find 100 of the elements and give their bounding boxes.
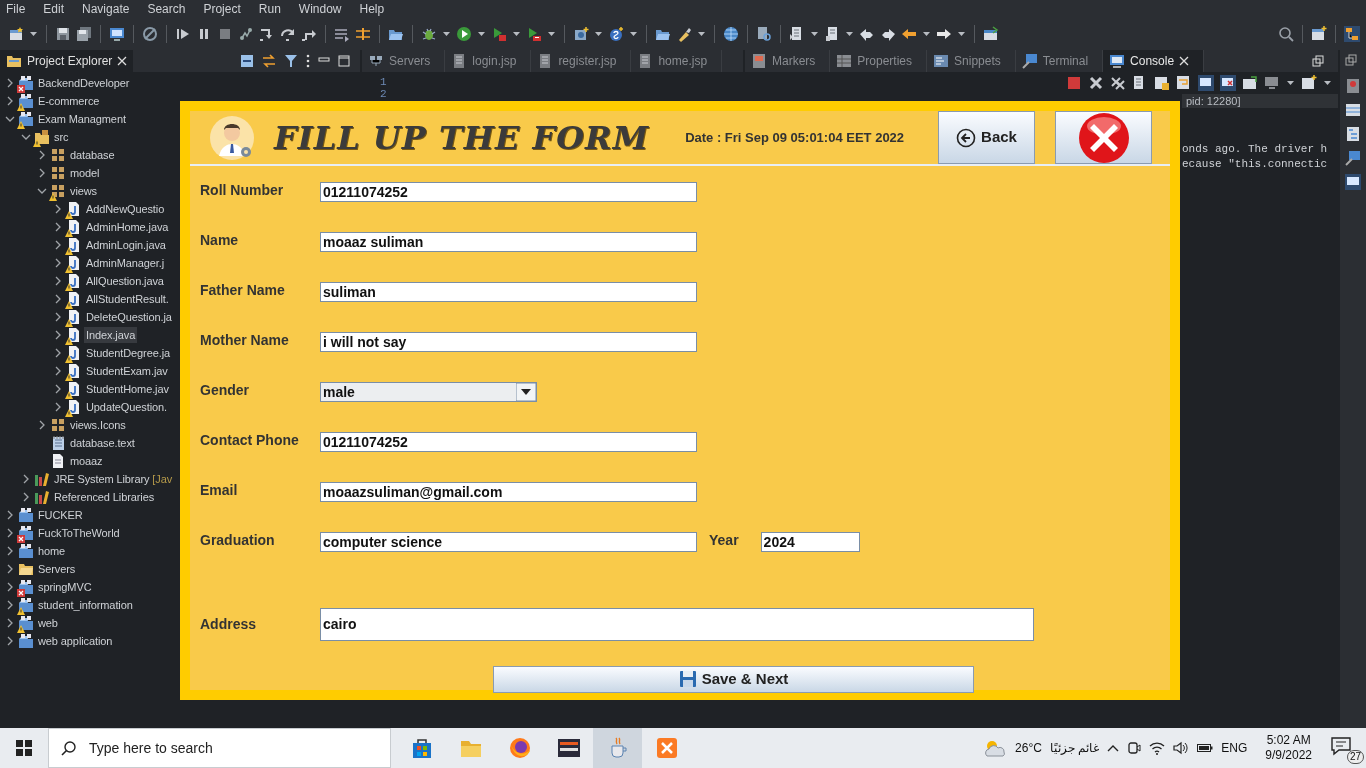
menu-item[interactable]: Run <box>258 1 290 17</box>
chevron-right-icon[interactable] <box>37 420 47 430</box>
search-field[interactable]: Type here to search <box>87 736 377 760</box>
show-error-icon[interactable] <box>1220 75 1236 91</box>
chevron-right-icon[interactable] <box>5 636 15 646</box>
tree-item[interactable]: AllQuestion.java <box>84 272 166 290</box>
filter-icon[interactable] <box>284 54 298 68</box>
back-icon[interactable] <box>901 26 917 42</box>
tree-item[interactable]: home <box>36 542 68 560</box>
tree-item[interactable]: Exam Managment <box>36 110 128 128</box>
run-server-icon[interactable] <box>526 26 542 42</box>
caret-icon[interactable] <box>442 30 451 38</box>
caret-icon[interactable] <box>512 30 521 38</box>
caret-icon[interactable] <box>1323 79 1332 87</box>
text-field[interactable]: suliman <box>320 282 697 302</box>
forward-edit-icon[interactable] <box>880 26 896 42</box>
run-config-icon[interactable] <box>491 26 507 42</box>
tree-item[interactable]: web <box>36 614 60 632</box>
text-field[interactable]: cairo <box>320 607 1034 641</box>
new-window-icon[interactable] <box>8 26 24 42</box>
tree-item[interactable]: student_information <box>36 596 135 614</box>
text-field[interactable]: computer science <box>320 532 697 552</box>
menu-item[interactable]: Project <box>203 1 250 17</box>
chevron-right-icon[interactable] <box>53 276 63 286</box>
chevron-right-icon[interactable] <box>53 312 63 322</box>
tab[interactable]: register.jsp <box>531 50 632 72</box>
tree-item[interactable]: AdminHome.java <box>84 218 171 236</box>
chevron-right-icon[interactable] <box>21 474 31 484</box>
tree-item[interactable]: AdminManager.j <box>84 254 167 272</box>
caret-icon[interactable] <box>810 30 819 38</box>
search-icon[interactable] <box>1278 26 1294 42</box>
resume-icon[interactable] <box>175 26 191 42</box>
chevron-right-icon[interactable] <box>5 564 15 574</box>
tree-item[interactable]: database.text <box>68 434 137 452</box>
caret-icon[interactable] <box>1286 79 1295 87</box>
chevron-right-icon[interactable] <box>53 222 63 232</box>
skip-icon[interactable] <box>142 26 158 42</box>
chevron-right-icon[interactable] <box>53 366 63 376</box>
tree-item[interactable]: Index.java <box>84 326 138 344</box>
chevron-right-icon[interactable] <box>53 330 63 340</box>
explorer-tab[interactable]: Project Explorer <box>0 50 134 72</box>
chevron-right-icon[interactable] <box>5 582 15 592</box>
restore-icon[interactable] <box>1312 55 1324 67</box>
close-button[interactable] <box>1055 111 1152 164</box>
chevron-down-icon[interactable] <box>21 132 31 142</box>
chevron-right-icon[interactable] <box>53 204 63 214</box>
battery-icon[interactable] <box>1197 743 1214 753</box>
tree-item[interactable]: springMVC <box>36 578 94 596</box>
chevron-right-icon[interactable] <box>53 402 63 412</box>
tab[interactable]: Console <box>1103 50 1205 72</box>
chevron-up-icon[interactable] <box>1107 743 1120 753</box>
console-icon[interactable] <box>1345 174 1361 190</box>
terminate-icon[interactable] <box>1066 75 1082 91</box>
chevron-down-icon[interactable] <box>5 114 15 124</box>
properties-icon[interactable] <box>1345 102 1361 118</box>
forward-icon[interactable] <box>936 26 952 42</box>
menu-item[interactable]: File <box>6 1 35 17</box>
tree-item[interactable]: AdminLogin.java <box>84 236 168 254</box>
chevron-right-icon[interactable] <box>37 168 47 178</box>
step-into-icon[interactable] <box>259 26 275 42</box>
new-class-icon[interactable] <box>608 26 624 42</box>
pin-console-icon[interactable] <box>1242 75 1258 91</box>
new-server-icon[interactable] <box>573 26 589 42</box>
caret-icon[interactable] <box>516 383 536 401</box>
new-terminal-icon[interactable] <box>983 26 999 42</box>
text-field[interactable]: 01211074252 <box>320 432 697 452</box>
chevron-right-icon[interactable] <box>53 348 63 358</box>
chevron-right-icon[interactable] <box>5 546 15 556</box>
maximize-icon[interactable] <box>338 55 350 67</box>
tree-item[interactable]: views <box>68 182 99 200</box>
remove-icon[interactable] <box>1088 75 1104 91</box>
chevron-right-icon[interactable] <box>5 510 15 520</box>
tree-item[interactable]: AllStudentResult. <box>84 290 171 308</box>
display-console-icon[interactable] <box>1264 75 1280 91</box>
more-icon[interactable] <box>306 54 310 68</box>
caret-icon[interactable] <box>957 30 966 38</box>
language-indicator[interactable]: ENG <box>1221 739 1248 757</box>
disconnect-icon[interactable] <box>238 26 254 42</box>
tree-item[interactable]: AddNewQuestio <box>84 200 167 218</box>
chevron-right-icon[interactable] <box>5 78 15 88</box>
caret-icon[interactable] <box>29 30 38 38</box>
dropdown-field[interactable]: male <box>320 382 537 402</box>
new-console-icon[interactable] <box>1301 75 1317 91</box>
menu-item[interactable]: Edit <box>43 1 74 17</box>
text-field[interactable]: moaazsuliman@gmail.com <box>320 482 697 502</box>
tree-item[interactable]: web application <box>36 632 115 650</box>
caret-icon[interactable] <box>629 30 638 38</box>
stop-icon[interactable] <box>217 26 233 42</box>
chevron-right-icon[interactable] <box>5 600 15 610</box>
text-field[interactable]: 2024 <box>760 532 860 552</box>
tree-item[interactable]: src <box>52 128 71 146</box>
tree-item[interactable]: moaaz <box>68 452 105 470</box>
chevron-right-icon[interactable] <box>53 240 63 250</box>
menu-item[interactable]: Help <box>359 1 394 17</box>
tree-item[interactable]: JRE System Library [Jav <box>52 470 175 488</box>
tree-item[interactable]: BackendDeveloper <box>36 74 132 92</box>
tree-item[interactable]: FuckToTheWorld <box>36 524 122 542</box>
chevron-right-icon[interactable] <box>5 96 15 106</box>
tree-item[interactable]: UpdateQuestion. <box>84 398 170 416</box>
remove-all-icon[interactable] <box>1110 75 1126 91</box>
